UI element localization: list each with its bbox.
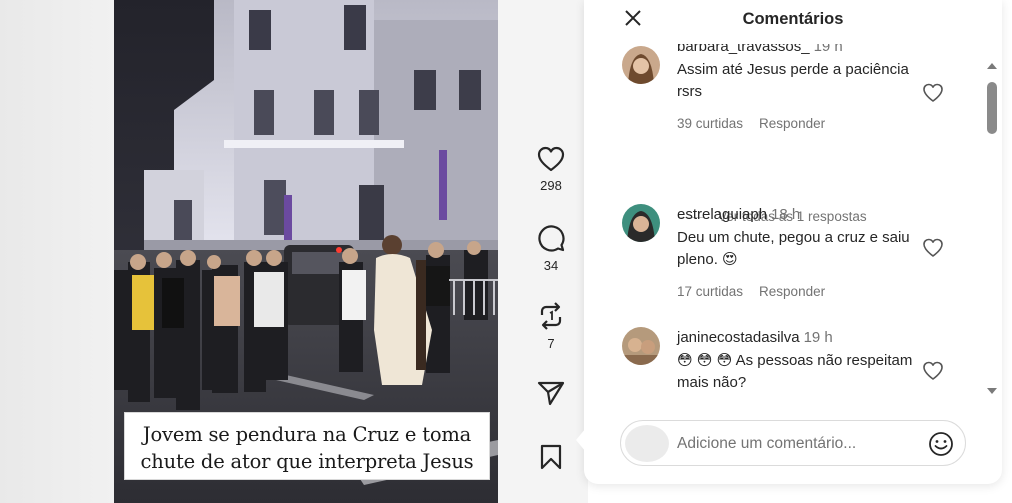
comment-username[interactable]: janinecostadasilva <box>677 329 800 346</box>
comment-composer <box>620 420 966 466</box>
comment-text: 😳 😳 😳 As pessoas não respeitam mais não? <box>677 352 913 391</box>
comments-scrollbar[interactable] <box>986 60 998 400</box>
comment-time: 18 h <box>771 206 801 223</box>
like-button[interactable]: 298 <box>520 146 582 193</box>
likes-count: 298 <box>540 178 562 193</box>
comment-meta: 39 curtidas Responder <box>677 116 937 131</box>
scrollbar-thumb[interactable] <box>987 82 997 134</box>
avatar-image <box>622 46 660 84</box>
comment-body: barbara_travassos_ 19 h Assim até Jesus p… <box>677 44 937 131</box>
comments-count: 34 <box>543 258 559 273</box>
comment-like-heart-icon[interactable] <box>922 360 944 382</box>
scroll-down-arrow-icon[interactable] <box>987 388 997 394</box>
comment-likes[interactable]: 39 curtidas <box>677 116 743 131</box>
comment-meta: 17 curtidas Responder <box>677 284 937 299</box>
avatar-image <box>622 204 660 242</box>
comment-input[interactable] <box>677 433 907 455</box>
repost-icon <box>540 302 562 330</box>
video-player[interactable]: Jovem se pendura na Cruz e toma chute de… <box>114 0 498 503</box>
panel-pointer <box>576 428 586 452</box>
bookmark-icon <box>540 444 562 470</box>
panel-header: Comentários <box>584 0 1002 44</box>
avatar[interactable] <box>622 327 660 365</box>
avatar <box>625 425 669 462</box>
comments-panel: Comentários barbara_travassos_ 19 h Assim… <box>584 0 1002 484</box>
repost-button[interactable]: 7 <box>520 302 582 351</box>
comment-username[interactable]: estrelaguiaph <box>677 206 767 223</box>
comment-text: Assim até Jesus perde a paciência rsrs <box>677 61 909 100</box>
emoji-smile-icon <box>929 432 953 456</box>
emoji-button[interactable] <box>928 431 954 457</box>
reply-button[interactable]: Responder <box>759 284 825 299</box>
scroll-up-arrow-icon[interactable] <box>987 63 997 69</box>
comment-body: janinecostadasilva 19 h 😳 😳 😳 As pessoas … <box>677 329 937 394</box>
comment-time: 19 h <box>803 329 833 346</box>
share-button[interactable] <box>520 380 582 406</box>
heart-icon <box>537 146 565 172</box>
comment-like-heart-icon[interactable] <box>922 82 944 104</box>
avatar[interactable] <box>622 46 660 84</box>
send-icon <box>537 381 565 406</box>
save-button[interactable] <box>520 444 582 470</box>
caption-line-1: Jovem se pendura na Cruz e toma <box>142 423 472 446</box>
video-caption: Jovem se pendura na Cruz e toma chute de… <box>124 412 490 480</box>
comment-username[interactable]: barbara_travassos_ <box>677 44 810 55</box>
comment-text: Deu um chute, pegou a cruz e saiu pleno.… <box>677 229 910 268</box>
caption-line-2: chute de ator que interpreta Jesus <box>140 450 474 473</box>
avatar-image <box>622 327 660 365</box>
comment-body: estrelaguiaph 18 h Deu um chute, pegou a … <box>677 206 937 299</box>
comment-button[interactable]: 34 <box>520 224 582 273</box>
comments-list: barbara_travassos_ 19 h Assim até Jesus p… <box>584 44 1002 400</box>
comment-time: 19 h <box>813 44 843 55</box>
comment-like-heart-icon[interactable] <box>922 237 944 259</box>
comment-bubble-icon <box>538 225 565 252</box>
avatar[interactable] <box>622 204 660 242</box>
comment-likes[interactable]: 17 curtidas <box>677 284 743 299</box>
reposts-count: 7 <box>547 336 555 351</box>
background-left <box>0 0 114 503</box>
panel-title: Comentários <box>742 10 844 28</box>
reply-button[interactable]: Responder <box>759 116 825 131</box>
